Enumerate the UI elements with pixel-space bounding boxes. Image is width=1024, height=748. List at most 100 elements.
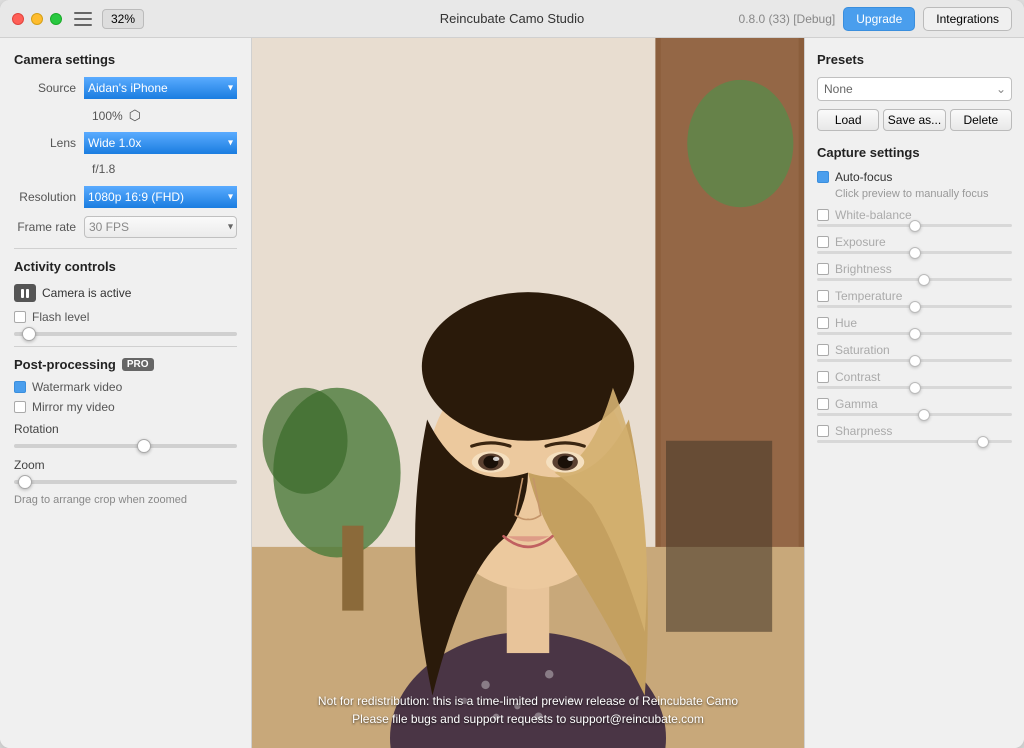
resolution-select-wrapper: 1080p 16:9 (FHD) [84,186,237,208]
auto-focus-checkbox[interactable] [817,171,829,183]
presets-section: Presets None Load Save as... Delete [817,52,1012,131]
post-proc-header: Post-processing PRO [14,357,237,372]
gamma-checkbox[interactable] [817,398,829,410]
flash-slider-thumb[interactable] [22,327,36,341]
video-preview-panel[interactable]: Not for redistribution: this is a time-l… [252,38,804,748]
brightness-control: Brightness [817,262,1012,281]
preview-overlay: Not for redistribution: this is a time-l… [252,692,804,728]
saturation-checkbox[interactable] [817,344,829,356]
zoom-section: Zoom [14,458,237,484]
sharpness-thumb[interactable] [977,436,989,448]
sharpness-checkbox[interactable] [817,425,829,437]
sharpness-track [817,440,1012,443]
lens-label: Lens [14,136,84,150]
flash-slider-container [14,332,237,336]
white-balance-label: White-balance [835,208,912,222]
presets-title: Presets [817,52,1012,67]
auto-focus-row: Auto-focus [817,170,1012,184]
presets-select-wrapper: None [817,77,1012,101]
rotation-label: Rotation [14,422,237,436]
delete-button[interactable]: Delete [950,109,1012,131]
contrast-label: Contrast [835,370,880,384]
mirror-label: Mirror my video [32,400,115,414]
usb-icon: ⬡ [129,107,141,124]
saturation-track [817,359,1012,362]
brightness-thumb[interactable] [918,274,930,286]
load-button[interactable]: Load [817,109,879,131]
maximize-button[interactable] [50,13,62,25]
app-window: 32% Reincubate Camo Studio 0.8.0 (33) [D… [0,0,1024,748]
zoom-slider-container [14,480,237,484]
hue-checkbox[interactable] [817,317,829,329]
mirror-checkbox[interactable] [14,401,26,413]
sharpness-control: Sharpness [817,424,1012,443]
white-balance-checkbox[interactable] [817,209,829,221]
capture-settings-title: Capture settings [817,145,1012,160]
video-bg: Not for redistribution: this is a time-l… [252,38,804,748]
source-select[interactable]: Aidan's iPhone [84,77,237,99]
source-label: Source [14,81,84,95]
auto-focus-hint: Click preview to manually focus [835,188,1012,200]
brightness-checkbox[interactable] [817,263,829,275]
drag-hint: Drag to arrange crop when zoomed [14,494,237,506]
hue-thumb[interactable] [909,328,921,340]
gamma-track [817,413,1012,416]
zoom-track [14,480,237,484]
framerate-row: Frame rate 30 FPS ▾ [14,216,237,238]
save-as-button[interactable]: Save as... [883,109,945,131]
framerate-select[interactable]: 30 FPS [84,216,237,238]
brightness-track [817,278,1012,281]
brightness-label-row: Brightness [817,262,1012,276]
watermark-text: Not for redistribution: this is a time-l… [292,692,764,728]
white-balance-track [817,224,1012,227]
post-processing-section: Post-processing PRO Watermark video Mirr… [14,357,237,506]
sidebar-toggle-button[interactable] [74,12,92,26]
temperature-thumb[interactable] [909,301,921,313]
gamma-label-row: Gamma [817,397,1012,411]
main-content: Camera settings Source Aidan's iPhone 10… [0,38,1024,748]
zoom-button[interactable]: 32% [102,9,144,29]
rotation-thumb[interactable] [137,439,151,453]
saturation-control: Saturation [817,343,1012,362]
white-balance-thumb[interactable] [909,220,921,232]
rotation-slider-container [14,444,237,448]
upgrade-button[interactable]: Upgrade [843,7,915,31]
right-panel: Presets None Load Save as... Delete Capt… [804,38,1024,748]
presets-buttons: Load Save as... Delete [817,109,1012,131]
close-button[interactable] [12,13,24,25]
presets-select[interactable]: None [817,77,1012,101]
source-percent: 100% [92,109,123,123]
flash-level-row: Flash level [14,310,237,324]
activity-section: Activity controls Camera is active Flash… [14,259,237,336]
sharpness-label: Sharpness [835,424,892,438]
resolution-select[interactable]: 1080p 16:9 (FHD) [84,186,237,208]
minimize-button[interactable] [31,13,43,25]
temperature-checkbox[interactable] [817,290,829,302]
exposure-checkbox[interactable] [817,236,829,248]
lens-select[interactable]: Wide 1.0x [84,132,237,154]
contrast-checkbox[interactable] [817,371,829,383]
activity-title: Activity controls [14,259,237,274]
contrast-thumb[interactable] [909,382,921,394]
lens-row: Lens Wide 1.0x [14,132,237,154]
integrations-button[interactable]: Integrations [923,7,1012,31]
traffic-lights [12,13,62,25]
source-select-wrapper: Aidan's iPhone [84,77,237,99]
flash-level-checkbox[interactable] [14,311,26,323]
pause-button[interactable]: Camera is active [14,284,131,302]
gamma-label: Gamma [835,397,878,411]
temperature-control: Temperature [817,289,1012,308]
zoom-thumb[interactable] [18,475,32,489]
watermark-checkbox[interactable] [14,381,26,393]
lens-select-wrapper: Wide 1.0x [84,132,237,154]
hue-track [817,332,1012,335]
framerate-select-wrapper: 30 FPS ▾ [84,216,237,238]
titlebar-right: 0.8.0 (33) [Debug] Upgrade Integrations [739,7,1012,31]
gamma-thumb[interactable] [918,409,930,421]
exposure-control: Exposure [817,235,1012,254]
saturation-thumb[interactable] [909,355,921,367]
rotation-track [14,444,237,448]
exposure-thumb[interactable] [909,247,921,259]
watermark-row: Watermark video [14,380,237,394]
titlebar: 32% Reincubate Camo Studio 0.8.0 (33) [D… [0,0,1024,38]
